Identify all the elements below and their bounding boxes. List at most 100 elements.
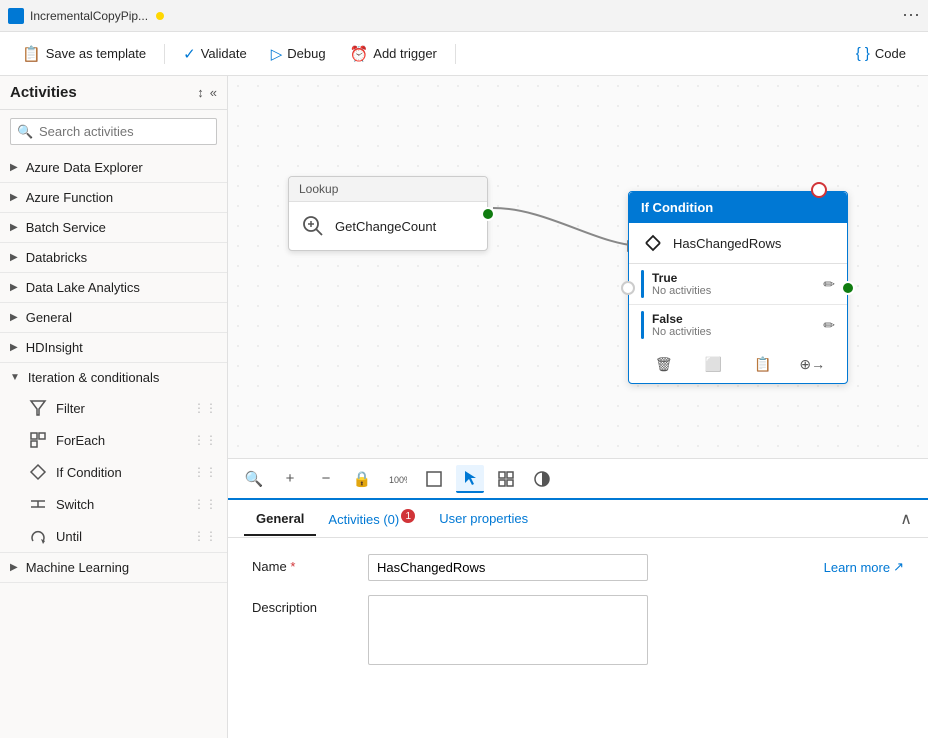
sidebar-item-switch[interactable]: Switch ⋮⋮ bbox=[0, 488, 227, 520]
debug-button[interactable]: ▷ Debug bbox=[261, 40, 336, 68]
canvas-area: Lookup GetChangeCount If Condition bbox=[228, 76, 928, 738]
tab-general[interactable]: General bbox=[244, 503, 316, 536]
true-branch-label: True bbox=[652, 271, 823, 285]
app-icon bbox=[8, 8, 24, 24]
filter-label: Filter bbox=[56, 401, 85, 416]
if-node-footer: 🗑 ⬜ 📋 ⊕→ bbox=[629, 345, 847, 383]
sidebar-group-header-databricks[interactable]: ▶ Databricks bbox=[0, 243, 227, 272]
sidebar-item-foreach[interactable]: ForEach ⋮⋮ bbox=[0, 424, 227, 456]
canvas-search-button[interactable]: 🔍 bbox=[240, 465, 268, 493]
sidebar-group-machine-learning: ▶ Machine Learning bbox=[0, 553, 227, 583]
switch-label: Switch bbox=[56, 497, 94, 512]
sidebar-group-header-azure-function[interactable]: ▶ Azure Function bbox=[0, 183, 227, 212]
canvas-remove-button[interactable]: − bbox=[312, 465, 340, 493]
form-row-description: Description bbox=[252, 595, 800, 665]
description-input[interactable] bbox=[368, 595, 648, 665]
sidebar-group-header-hdinsight[interactable]: ▶ HDInsight bbox=[0, 333, 227, 362]
sidebar-group-batch-service: ▶ Batch Service bbox=[0, 213, 227, 243]
drag-handle-icon: ⋮⋮ bbox=[193, 465, 217, 479]
true-branch-bar bbox=[641, 270, 644, 298]
sidebar-group-header-iteration[interactable]: ▼ Iteration & conditionals bbox=[0, 363, 227, 392]
tab-user-properties[interactable]: User properties bbox=[427, 503, 540, 536]
validate-icon: ✓ bbox=[183, 45, 196, 63]
if-branch-true: True No activities ✏ bbox=[629, 264, 847, 305]
sidebar-header-icons: ↕ « bbox=[197, 85, 217, 100]
if-delete-button[interactable]: 🗑 bbox=[651, 351, 677, 377]
save-template-icon: 📋 bbox=[22, 45, 41, 63]
false-branch-info: False No activities bbox=[652, 312, 823, 338]
sidebar-item-filter[interactable]: Filter ⋮⋮ bbox=[0, 392, 227, 424]
canvas-100-button[interactable]: 100% bbox=[384, 465, 412, 493]
lookup-node-header: Lookup bbox=[289, 177, 487, 202]
sidebar-group-header-general[interactable]: ▶ General bbox=[0, 303, 227, 332]
arrow-icon: ▶ bbox=[10, 192, 18, 203]
sidebar-item-if-condition[interactable]: If Condition ⋮⋮ bbox=[0, 456, 227, 488]
sidebar-search-container: 🔍 bbox=[10, 118, 217, 145]
group-label: Machine Learning bbox=[26, 560, 129, 575]
add-trigger-icon: ⏰ bbox=[350, 45, 369, 63]
foreach-icon bbox=[28, 430, 48, 450]
main-layout: Activities ↕ « 🔍 ▶ Azure Data Explorer ▶… bbox=[0, 76, 928, 738]
learn-more-link[interactable]: Learn more ↗ bbox=[824, 559, 904, 575]
canvas-cursor-button[interactable] bbox=[456, 465, 484, 493]
code-button[interactable]: { } Code bbox=[846, 40, 916, 67]
sidebar: Activities ↕ « 🔍 ▶ Azure Data Explorer ▶… bbox=[0, 76, 228, 738]
canvas-fit-button[interactable] bbox=[420, 465, 448, 493]
add-trigger-button[interactable]: ⏰ Add trigger bbox=[340, 40, 447, 68]
sidebar-group-data-lake-analytics: ▶ Data Lake Analytics bbox=[0, 273, 227, 303]
arrow-icon: ▶ bbox=[10, 562, 18, 573]
group-label: HDInsight bbox=[26, 340, 83, 355]
sidebar-item-until[interactable]: Until ⋮⋮ bbox=[0, 520, 227, 552]
until-label: Until bbox=[56, 529, 82, 544]
sidebar-group-header-azure-data-explorer[interactable]: ▶ Azure Data Explorer bbox=[0, 153, 227, 182]
if-condition-node[interactable]: If Condition HasChangedRows True No acti… bbox=[628, 191, 848, 384]
if-condition-icon bbox=[28, 462, 48, 482]
if-expand-button[interactable]: ⬜ bbox=[700, 351, 726, 377]
sidebar-group-header-machine-learning[interactable]: ▶ Machine Learning bbox=[0, 553, 227, 582]
if-connect-button[interactable]: ⊕→ bbox=[799, 351, 825, 377]
true-branch-info: True No activities bbox=[652, 271, 823, 297]
sidebar-group-azure-function: ▶ Azure Function bbox=[0, 183, 227, 213]
canvas-contrast-button[interactable] bbox=[528, 465, 556, 493]
sidebar-collapse-icon[interactable]: « bbox=[210, 85, 217, 100]
name-label: Name * bbox=[252, 554, 352, 574]
arrow-icon: ▶ bbox=[10, 252, 18, 263]
sidebar-filter-icon[interactable]: ↕ bbox=[197, 85, 204, 100]
group-label: Data Lake Analytics bbox=[26, 280, 140, 295]
false-branch-bar bbox=[641, 311, 644, 339]
tab-activities[interactable]: Activities (0)1 bbox=[316, 501, 427, 537]
false-branch-edit-icon[interactable]: ✏ bbox=[823, 317, 835, 334]
group-label: General bbox=[26, 310, 72, 325]
canvas-grid-button[interactable] bbox=[492, 465, 520, 493]
group-label: Azure Function bbox=[26, 190, 113, 205]
more-options-icon[interactable]: ⋯ bbox=[902, 5, 920, 26]
canvas-lock-button[interactable]: 🔒 bbox=[348, 465, 376, 493]
debug-label: Debug bbox=[287, 46, 325, 61]
lookup-node[interactable]: Lookup GetChangeCount bbox=[288, 176, 488, 251]
true-branch-edit-icon[interactable]: ✏ bbox=[823, 276, 835, 293]
lookup-node-name: GetChangeCount bbox=[335, 219, 436, 234]
canvas[interactable]: Lookup GetChangeCount If Condition bbox=[228, 76, 928, 458]
search-input[interactable] bbox=[10, 118, 217, 145]
external-link-icon: ↗ bbox=[893, 559, 904, 575]
if-node-header-label: If Condition bbox=[641, 200, 713, 215]
drag-handle-icon: ⋮⋮ bbox=[193, 529, 217, 543]
form-container: Name * Description bbox=[252, 554, 800, 679]
if-copy-button[interactable]: 📋 bbox=[750, 351, 776, 377]
if-node-connector-top bbox=[811, 182, 827, 198]
bottom-panel-collapse-button[interactable]: ∧ bbox=[900, 509, 912, 529]
activities-tab-label: Activities (0) bbox=[328, 512, 399, 527]
sidebar-group-iteration-conditionals: ▼ Iteration & conditionals Filter ⋮⋮ For… bbox=[0, 363, 227, 553]
learn-more-container: Learn more ↗ bbox=[824, 554, 904, 575]
validate-button[interactable]: ✓ Validate bbox=[173, 40, 257, 68]
svg-text:100%: 100% bbox=[389, 475, 407, 485]
sidebar-group-header-data-lake-analytics[interactable]: ▶ Data Lake Analytics bbox=[0, 273, 227, 302]
sidebar-group-header-batch-service[interactable]: ▶ Batch Service bbox=[0, 213, 227, 242]
sidebar-group-hdinsight: ▶ HDInsight bbox=[0, 333, 227, 363]
name-input[interactable] bbox=[368, 554, 648, 581]
description-label: Description bbox=[252, 595, 352, 615]
false-branch-sub: No activities bbox=[652, 326, 823, 338]
save-template-button[interactable]: 📋 Save as template bbox=[12, 40, 156, 68]
canvas-add-button[interactable]: + bbox=[276, 465, 304, 493]
lookup-connector-right bbox=[481, 207, 495, 221]
